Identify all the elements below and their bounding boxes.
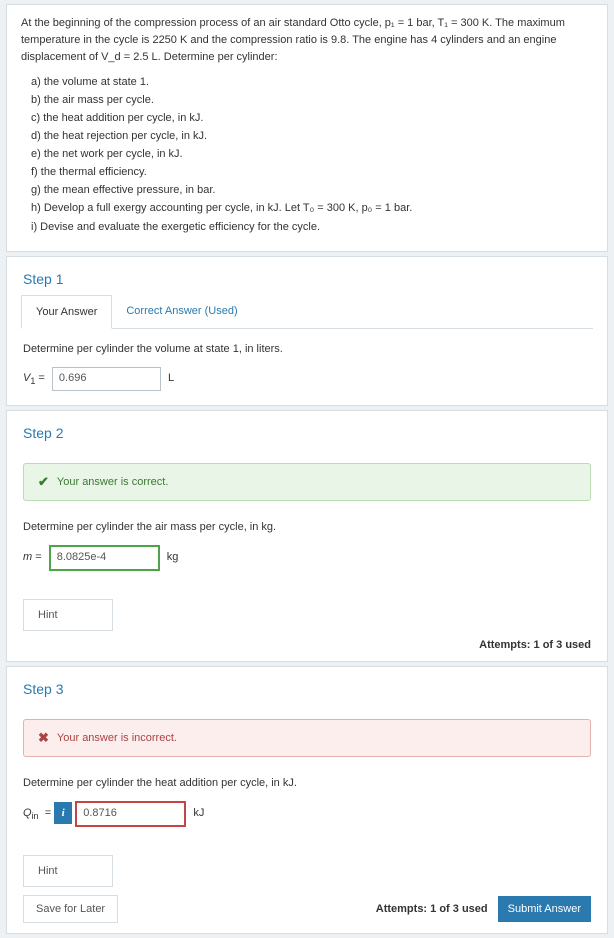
- step-3: Step 3 ✖ Your answer is incorrect. Deter…: [6, 666, 608, 934]
- hint-button[interactable]: Hint: [23, 855, 113, 887]
- correct-banner: ✔ Your answer is correct.: [23, 463, 591, 501]
- step1-var: V1 =: [23, 372, 45, 384]
- hint-button[interactable]: Hint: [23, 599, 113, 631]
- tab-your-answer[interactable]: Your Answer: [21, 295, 112, 329]
- info-icon[interactable]: i: [54, 802, 72, 824]
- problem-parts: a) the volume at state 1. b) the air mas…: [21, 74, 593, 235]
- step3-input[interactable]: 0.8716: [75, 801, 186, 827]
- step2-input[interactable]: 8.0825e-4: [49, 545, 160, 571]
- check-icon: ✔: [38, 474, 49, 490]
- step3-var: Qin =: [23, 807, 51, 819]
- step-title: Step 3: [7, 667, 607, 705]
- step-1: Step 1 Your Answer Correct Answer (Used)…: [6, 256, 608, 406]
- answer-tabs: Your Answer Correct Answer (Used): [21, 295, 593, 329]
- step1-input[interactable]: 0.696: [52, 367, 161, 391]
- attempts-text: Attempts: 1 of 3 used: [376, 903, 488, 915]
- step1-unit: L: [168, 372, 174, 384]
- step2-var: m =: [23, 551, 42, 563]
- step2-unit: kg: [167, 551, 179, 563]
- step2-prompt: Determine per cylinder the air mass per …: [23, 521, 591, 533]
- problem-statement: At the beginning of the compression proc…: [6, 4, 608, 252]
- problem-stem: At the beginning of the compression proc…: [21, 15, 593, 66]
- step-title: Step 1: [7, 257, 607, 295]
- tab-correct-answer[interactable]: Correct Answer (Used): [112, 295, 251, 328]
- step3-unit: kJ: [193, 807, 204, 819]
- submit-answer-button[interactable]: Submit Answer: [498, 896, 591, 922]
- save-for-later-button[interactable]: Save for Later: [23, 895, 118, 923]
- step3-prompt: Determine per cylinder the heat addition…: [23, 777, 591, 789]
- cross-icon: ✖: [38, 730, 49, 746]
- step1-prompt: Determine per cylinder the volume at sta…: [23, 343, 591, 355]
- step-title: Step 2: [7, 411, 607, 449]
- attempts-text: Attempts: 1 of 3 used: [479, 639, 591, 651]
- incorrect-banner: ✖ Your answer is incorrect.: [23, 719, 591, 757]
- step-2: Step 2 ✔ Your answer is correct. Determi…: [6, 410, 608, 662]
